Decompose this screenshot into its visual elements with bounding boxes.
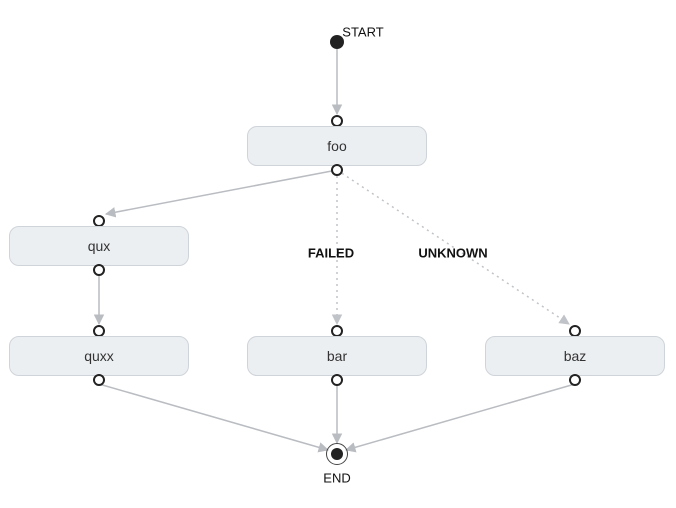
edge-label-unknown: UNKNOWN [418,246,487,261]
start-node [330,35,344,49]
node-bar-label: bar [327,348,347,364]
node-foo[interactable]: foo [247,126,427,166]
port-qux-out [93,264,105,276]
node-qux[interactable]: qux [9,226,189,266]
port-quxx-out [93,374,105,386]
edge-label-failed: FAILED [308,246,354,261]
port-foo-out [331,164,343,176]
node-baz[interactable]: baz [485,336,665,376]
port-bar-out [331,374,343,386]
node-quxx-label: quxx [84,348,114,364]
end-label: END [323,471,350,486]
node-baz-label: baz [564,348,587,364]
port-baz-out [569,374,581,386]
node-quxx[interactable]: quxx [9,336,189,376]
node-bar[interactable]: bar [247,336,427,376]
node-qux-label: qux [88,238,111,254]
node-foo-label: foo [327,138,346,154]
start-label: START [342,25,383,40]
end-node [326,443,348,465]
